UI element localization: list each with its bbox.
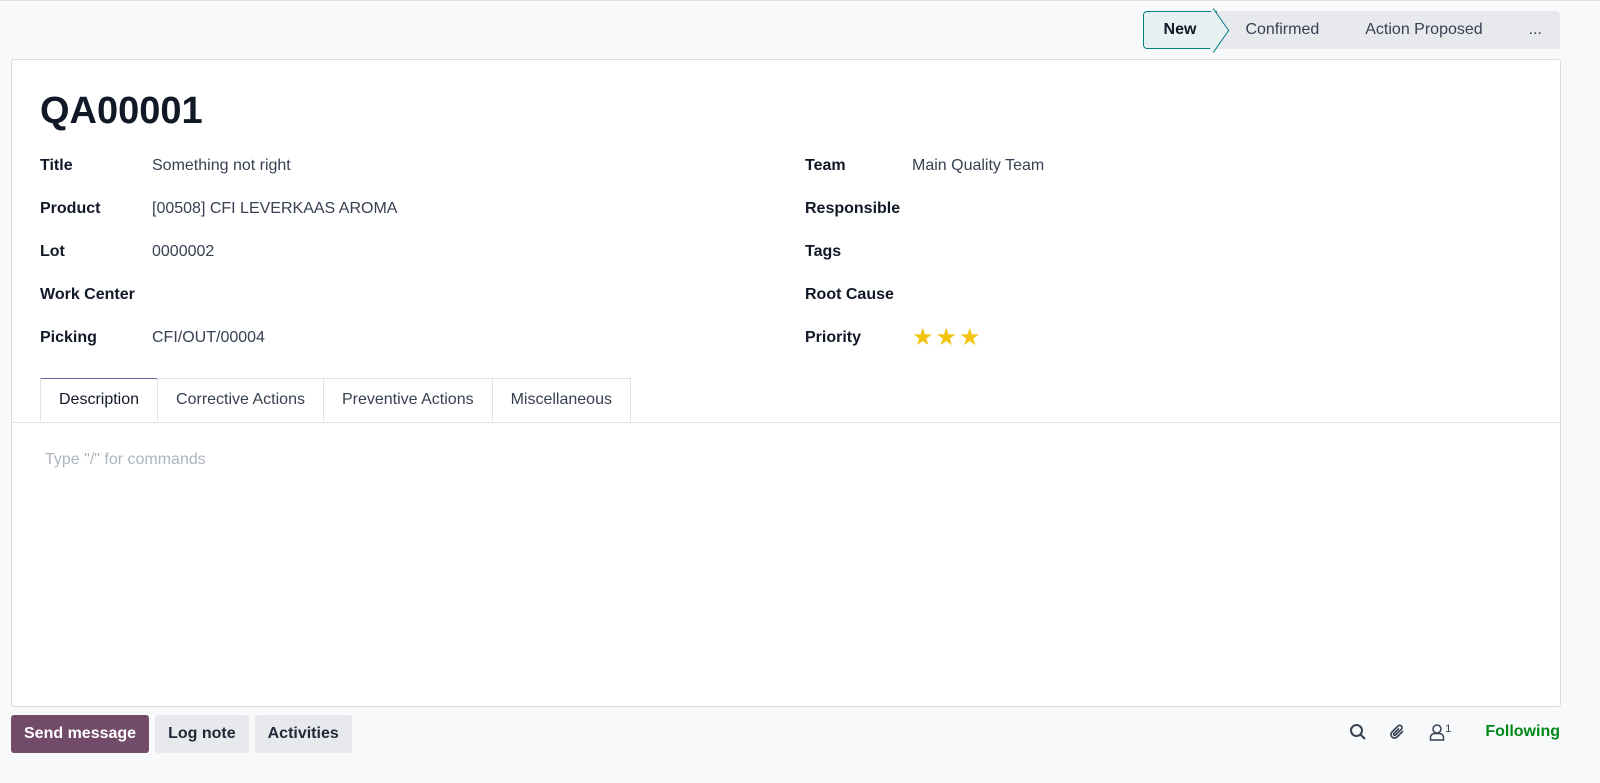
field-team[interactable]: Team Main Quality Team <box>805 157 1044 175</box>
divider <box>12 422 1560 423</box>
field-tags[interactable]: Tags <box>805 243 912 261</box>
field-priority[interactable]: Priority ★★★ <box>805 324 983 352</box>
label: Product <box>40 200 101 217</box>
form-sheet: QA00001 Title Something not right Product… <box>11 59 1561 707</box>
send-message-button[interactable]: Send message <box>11 715 150 753</box>
label: Work Center <box>40 286 135 303</box>
label: Responsible <box>805 200 901 217</box>
value[interactable]: [00508] CFI LEVERKAAS AROMA <box>152 200 397 218</box>
log-note-button[interactable]: Log note <box>155 715 249 753</box>
label: Team <box>805 157 846 174</box>
value[interactable]: Main Quality Team <box>912 157 1044 175</box>
tab-description[interactable]: Description <box>40 378 159 421</box>
status-bar: New Confirmed Action Proposed ... <box>1142 11 1560 49</box>
label: Picking <box>40 329 97 346</box>
field-picking[interactable]: Picking CFI/OUT/00004 <box>40 329 265 347</box>
value[interactable]: CFI/OUT/00004 <box>152 329 265 347</box>
field-work-center[interactable]: Work Center <box>40 286 152 304</box>
followers-count: 1 <box>1445 723 1452 735</box>
activities-button[interactable]: Activities <box>254 715 352 753</box>
stage-more[interactable]: ... <box>1501 11 1560 49</box>
stage-new[interactable]: New <box>1142 11 1218 49</box>
label: Priority <box>805 329 862 346</box>
tab-miscellaneous[interactable]: Miscellaneous <box>491 378 631 421</box>
paperclip-icon[interactable] <box>1389 723 1407 741</box>
record-name: QA00001 <box>40 90 203 132</box>
stage-action-proposed[interactable]: Action Proposed <box>1337 11 1500 49</box>
tab-corrective-actions[interactable]: Corrective Actions <box>157 378 324 421</box>
stage-confirmed[interactable]: Confirmed <box>1217 11 1337 49</box>
field-lot[interactable]: Lot 0000002 <box>40 243 214 261</box>
field-root-cause[interactable]: Root Cause <box>805 286 912 304</box>
user-icon <box>1429 724 1445 741</box>
field-responsible[interactable]: Responsible <box>805 200 912 218</box>
tab-preventive-actions[interactable]: Preventive Actions <box>322 378 493 421</box>
field-product[interactable]: Product [00508] CFI LEVERKAAS AROMA <box>40 200 397 218</box>
priority-stars-icon[interactable]: ★★★ <box>912 323 983 352</box>
label: Title <box>40 157 73 174</box>
value[interactable]: 0000002 <box>152 243 214 261</box>
followers-button[interactable]: 1 <box>1429 723 1451 741</box>
value[interactable]: Something not right <box>152 157 291 175</box>
search-icon[interactable] <box>1349 723 1367 741</box>
field-title[interactable]: Title Something not right <box>40 157 291 175</box>
label: Lot <box>40 243 65 260</box>
following-button[interactable]: Following <box>1485 723 1560 741</box>
label: Tags <box>805 243 842 260</box>
description-editor[interactable]: Type "/" for commands <box>45 451 206 469</box>
label: Root Cause <box>805 286 894 303</box>
